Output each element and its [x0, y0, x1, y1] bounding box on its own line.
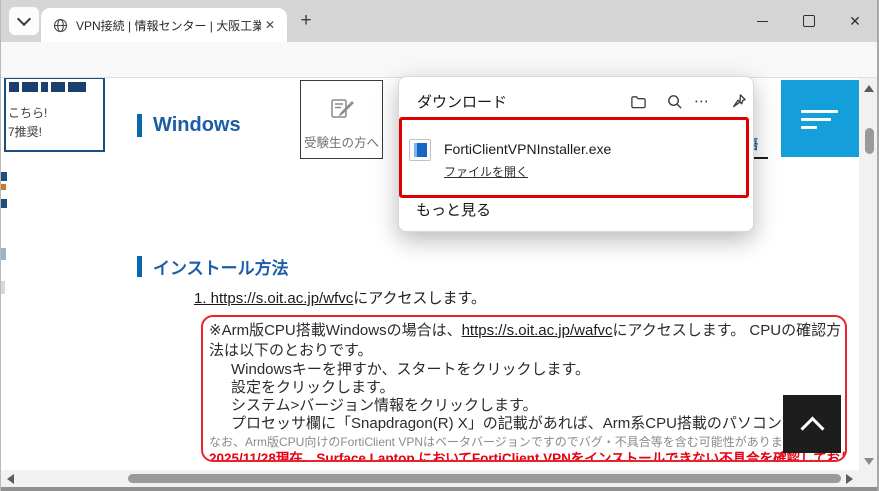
- search-downloads-icon[interactable]: [663, 90, 685, 112]
- chevron-up-icon: [800, 416, 824, 440]
- site-menu-button[interactable]: [781, 80, 859, 157]
- scroll-to-top-button[interactable]: [783, 395, 841, 453]
- step1-rest: にアクセスします。: [353, 290, 486, 307]
- scroll-left-arrow[interactable]: [7, 474, 14, 484]
- heading-bar: [137, 256, 142, 277]
- horizontal-scrollbar-thumb[interactable]: [128, 474, 841, 483]
- title-bar: VPN接続 | 情報センター | 大阪工業大 ✕ + ✕: [1, 0, 879, 42]
- see-more-link[interactable]: もっと見る: [416, 199, 491, 220]
- scroll-down-arrow[interactable]: [864, 458, 874, 465]
- heading-bar: [137, 114, 142, 137]
- callout-line-1: こちら!: [8, 104, 47, 121]
- scroll-right-arrow[interactable]: [846, 474, 853, 484]
- scroll-up-arrow[interactable]: [864, 85, 874, 92]
- heading-text: インストール方法: [153, 254, 289, 279]
- window-minimize-button[interactable]: [747, 6, 777, 36]
- notice-step: Windowsキーを押すか、スタートをクリックします。: [209, 361, 845, 379]
- heading-text: Windows: [153, 114, 241, 137]
- vertical-scrollbar[interactable]: [859, 78, 879, 470]
- chevron-down-icon: [17, 12, 31, 26]
- notice-line-2: 法は以下のとおりです。: [209, 341, 845, 361]
- scrollbar-corner: [859, 470, 879, 487]
- heading-install: インストール方法: [137, 256, 289, 277]
- window-bottom-edge: [1, 487, 879, 491]
- page-edge-fragment: [1, 184, 6, 190]
- maximize-icon: [803, 15, 815, 27]
- browser-window: VPN接続 | 情報センター | 大阪工業大 ✕ + ✕ ← ↻ https:/…: [0, 0, 879, 491]
- callout-pixel-text: [9, 82, 86, 92]
- window-maximize-button[interactable]: [794, 6, 824, 36]
- tab-search-button[interactable]: [9, 7, 39, 35]
- tab-title: VPN接続 | 情報センター | 大阪工業大: [76, 17, 261, 34]
- minimize-icon: [757, 21, 768, 22]
- window-close-button[interactable]: ✕: [840, 6, 870, 36]
- open-downloads-folder-icon[interactable]: [627, 90, 649, 112]
- nav-item-label: 受験生の方へ: [301, 132, 382, 151]
- globe-icon: [53, 18, 68, 33]
- callout-box: こちら! 7推奨!: [4, 78, 105, 152]
- nav-item-examinees[interactable]: 受験生の方へ: [300, 80, 383, 159]
- notice-step: 設定をクリックします。: [209, 379, 845, 397]
- new-tab-button[interactable]: +: [295, 10, 317, 32]
- tab-close-icon[interactable]: ✕: [261, 16, 279, 34]
- callout-line-2: 7推奨!: [8, 123, 42, 140]
- notice-line-1: ※Arm版CPU搭載Windowsの場合は、https://s.oit.ac.j…: [209, 321, 845, 341]
- alert-text: 2025/11/28現在、Surface Laptop においてFortiCli…: [209, 451, 845, 462]
- notice-step: システム>バージョン情報をクリックします。: [209, 397, 845, 415]
- downloads-popup-title: ダウンロード: [417, 91, 507, 112]
- vertical-scrollbar-thumb[interactable]: [865, 128, 874, 154]
- arm-cpu-notice-box: ※Arm版CPU搭載Windowsの場合は、https://s.oit.ac.j…: [201, 315, 847, 462]
- step1-link[interactable]: 1. https://s.oit.ac.jp/wfvc: [194, 290, 353, 307]
- notice-line1-pre: ※Arm版CPU搭載Windowsの場合は、: [209, 322, 462, 339]
- wafvc-link[interactable]: https://s.oit.ac.jp/wafvc: [462, 322, 613, 339]
- page-edge-fragment: [1, 248, 6, 260]
- page-edge-fragment: [1, 172, 7, 181]
- active-tab[interactable]: VPN接続 | 情報センター | 大阪工業大 ✕: [41, 8, 287, 42]
- pencil-icon: [328, 95, 356, 123]
- beta-note: なお、Arm版CPU向けのFortiClient VPNはベータバージョンですの…: [209, 435, 845, 450]
- heading-windows: Windows: [137, 114, 241, 137]
- notice-line1-post: にアクセスします。 CPUの確認方: [613, 322, 842, 339]
- pin-icon[interactable]: [727, 90, 749, 112]
- browser-toolbar: ← ↻ https://www.oit.ac.jp/center/vpn.htm…: [1, 42, 879, 78]
- annotation-highlight-rectangle: [399, 117, 749, 198]
- install-step-1: 1. https://s.oit.ac.jp/wfvcにアクセスします。: [194, 287, 486, 308]
- page-edge-fragment: [1, 281, 5, 294]
- horizontal-scrollbar[interactable]: [1, 470, 859, 487]
- notice-step: プロセッサ欄に「Snapdragon(R) X」の記載があれば、Arm系CPU搭…: [209, 415, 845, 433]
- page-edge-fragment: [1, 199, 7, 208]
- downloads-more-options-icon[interactable]: ⋯: [691, 90, 713, 112]
